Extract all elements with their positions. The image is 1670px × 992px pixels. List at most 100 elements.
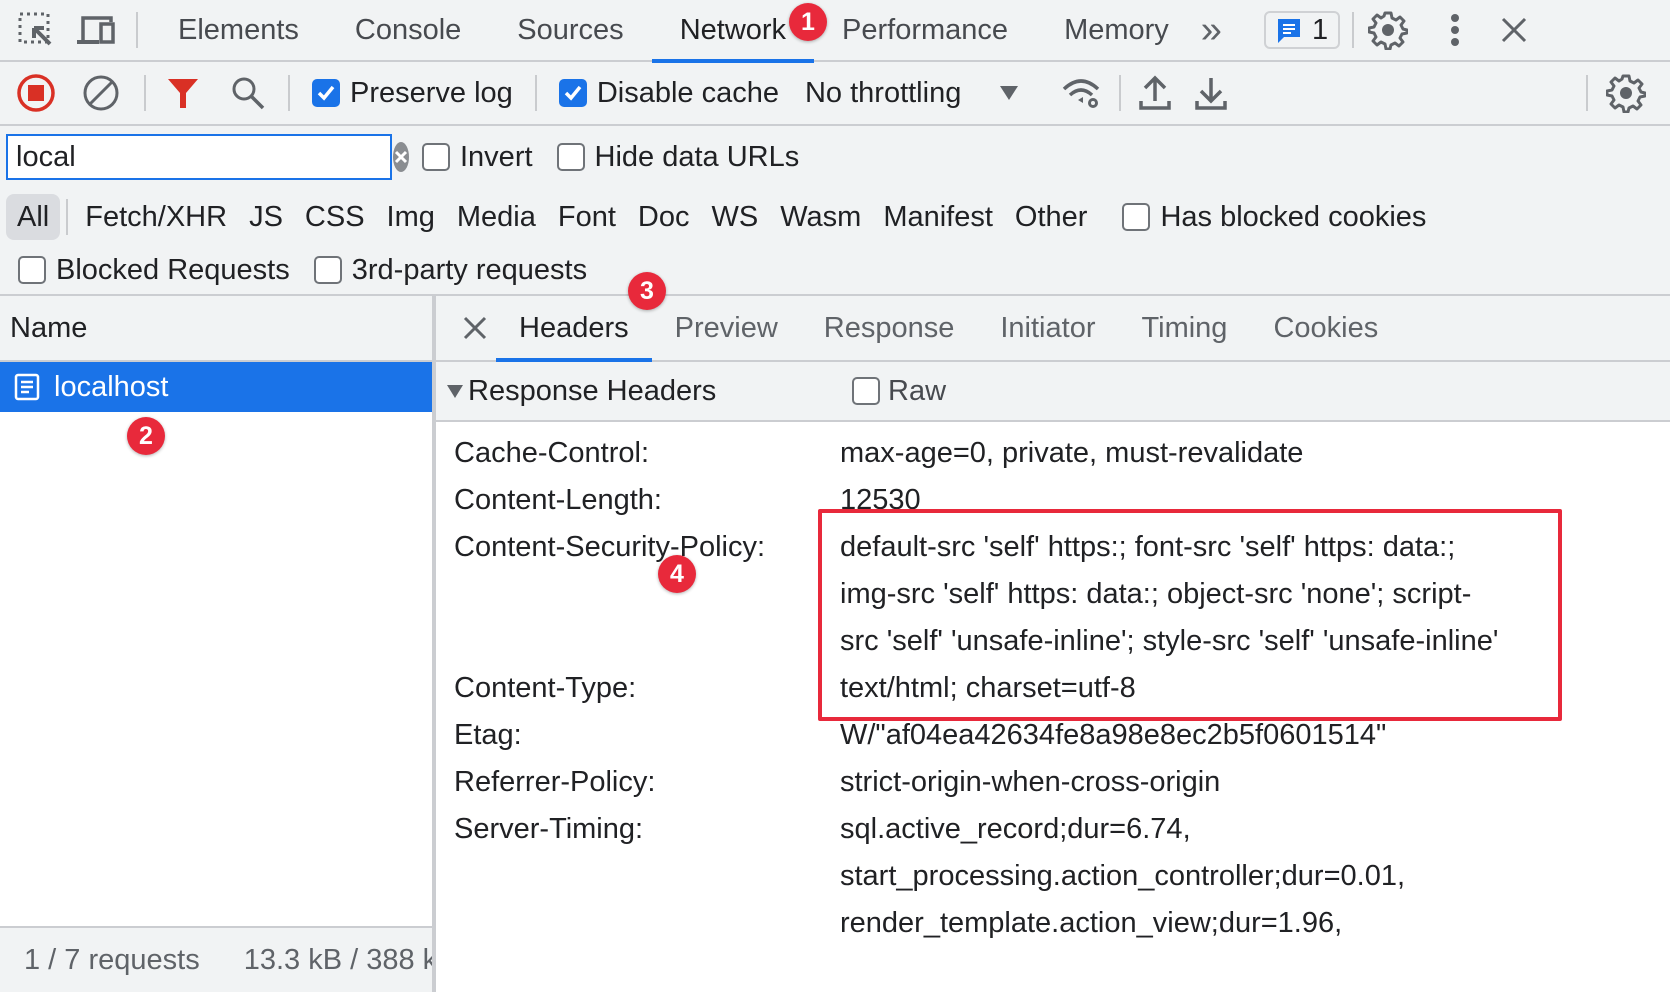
close-details-icon[interactable] xyxy=(462,315,488,341)
details-tab-cookies[interactable]: Cookies xyxy=(1250,296,1401,360)
more-options-icon[interactable] xyxy=(1450,13,1460,47)
main-tab-bar: Elements Console Sources Network Performance… xyxy=(0,0,1670,63)
section-title: Response Headers xyxy=(468,374,717,407)
throttling-select[interactable]: No throttling xyxy=(805,77,1019,110)
header-name: Referrer-Policy: xyxy=(454,766,656,798)
toolbar-divider xyxy=(144,75,146,111)
panel-tabs: Elements Console Sources Network Performance… xyxy=(150,0,1197,63)
details-tab-response[interactable]: Response xyxy=(801,296,978,360)
tab-elements[interactable]: Elements xyxy=(150,0,327,61)
toolbar-divider xyxy=(534,75,537,111)
document-icon xyxy=(14,373,40,401)
dropdown-arrow-icon xyxy=(1000,86,1019,100)
header-value: sql.active_record;dur=6.74, xyxy=(840,813,1191,845)
annotation-marker-3: 3 xyxy=(628,272,666,310)
clear-filter-icon[interactable] xyxy=(393,142,409,172)
tab-memory[interactable]: Memory xyxy=(1036,0,1197,61)
name-column-label: Name xyxy=(10,311,88,344)
preserve-log-label: Preserve log xyxy=(350,76,513,109)
resource-type-filters: All Fetch/XHR JS CSS Img Media Font Doc WS Wasm Ma… xyxy=(0,188,1670,246)
more-tabs-icon[interactable]: » xyxy=(1201,9,1222,52)
filter-input[interactable] xyxy=(16,140,393,174)
blocked-requests-checkbox[interactable] xyxy=(18,256,46,284)
disable-cache-checkbox[interactable] xyxy=(558,79,587,107)
details-tabs: Headers Preview Response Initiator Timing Coo… xyxy=(496,296,1401,362)
filter-funnel-icon[interactable] xyxy=(166,76,200,110)
type-filter-img[interactable]: Img xyxy=(376,194,446,240)
filter-row: Invert Hide data URLs xyxy=(0,126,1670,188)
request-list-panel: Name localhost 1 / 7 requests 13.3 kB / … xyxy=(0,294,432,992)
header-value: 12530 xyxy=(840,484,921,516)
type-filter-divider xyxy=(66,199,69,235)
name-column-header[interactable]: Name xyxy=(0,296,432,362)
header-value: max-age=0, private, must-revalidate xyxy=(840,437,1304,469)
invert-checkbox[interactable] xyxy=(422,143,450,171)
type-filter-manifest[interactable]: Manifest xyxy=(872,194,1004,240)
type-filter-group: All Fetch/XHR JS CSS Img Media Font Doc WS Wasm Ma… xyxy=(6,194,1098,240)
header-row: Content-Security-Policy: default-src 'sel… xyxy=(436,524,1670,571)
type-filter-js[interactable]: JS xyxy=(238,194,294,240)
device-toolbar-icon[interactable] xyxy=(74,10,118,50)
preserve-log-checkbox[interactable] xyxy=(312,79,340,107)
clear-log-icon[interactable] xyxy=(82,74,120,112)
third-party-requests-checkbox[interactable] xyxy=(313,256,342,284)
details-tab-timing[interactable]: Timing xyxy=(1118,296,1250,360)
header-value: render_template.action_view;dur=1.96, xyxy=(840,907,1343,939)
type-filter-doc[interactable]: Doc xyxy=(627,194,701,240)
header-row-continuation: render_template.action_view;dur=1.96, xyxy=(436,900,1670,947)
stop-recording-icon[interactable] xyxy=(16,73,56,113)
type-filter-fetch-xhr[interactable]: Fetch/XHR xyxy=(74,194,238,240)
tab-performance[interactable]: Performance xyxy=(814,0,1036,61)
header-row-continuation: start_processing.action_controller;dur=0… xyxy=(436,853,1670,900)
header-name: Content-Security-Policy: xyxy=(454,531,766,563)
settings-gear-icon[interactable] xyxy=(1368,10,1409,50)
toolbar-divider xyxy=(1352,12,1355,48)
filter-input-box[interactable] xyxy=(6,134,409,180)
type-filter-wasm[interactable]: Wasm xyxy=(769,194,872,240)
transfer-size: 13.3 kB / 388 kB xyxy=(243,943,432,976)
network-settings-gear-icon[interactable] xyxy=(1606,73,1646,113)
header-name xyxy=(436,618,840,665)
header-name: Server-Timing: xyxy=(454,813,644,845)
header-value: start_processing.action_controller;dur=0… xyxy=(840,860,1406,892)
request-row[interactable]: localhost xyxy=(0,362,432,412)
type-filter-font[interactable]: Font xyxy=(547,194,627,240)
type-filter-all[interactable]: All xyxy=(6,194,61,240)
disable-cache-label: Disable cache xyxy=(596,76,779,109)
details-tab-initiator[interactable]: Initiator xyxy=(977,296,1118,360)
header-value: img-src 'self' https: data:; object-src … xyxy=(840,578,1472,610)
details-tab-preview[interactable]: Preview xyxy=(652,296,801,360)
tab-console[interactable]: Console xyxy=(327,0,489,61)
type-filter-media[interactable]: Media xyxy=(446,194,547,240)
tab-network[interactable]: Network xyxy=(651,0,815,63)
invert-label: Invert xyxy=(460,140,533,173)
type-filter-other[interactable]: Other xyxy=(1004,194,1099,240)
has-blocked-cookies-label: Has blocked cookies xyxy=(1160,200,1427,233)
close-devtools-icon[interactable] xyxy=(1500,16,1528,44)
details-tab-bar: Headers Preview Response Initiator Timing Coo… xyxy=(436,296,1670,362)
header-value: text/html; charset=utf-8 xyxy=(840,672,1136,704)
search-icon[interactable] xyxy=(230,75,266,111)
details-tab-headers[interactable]: Headers xyxy=(496,296,652,362)
annotation-marker-4: 4 xyxy=(658,555,696,593)
issues-button[interactable]: 1 xyxy=(1263,11,1341,49)
import-har-icon[interactable] xyxy=(1139,75,1172,111)
header-name: Content-Type: xyxy=(454,672,637,704)
header-row-continuation: img-src 'self' https: data:; object-src … xyxy=(436,571,1670,618)
type-filter-css[interactable]: CSS xyxy=(294,194,376,240)
response-headers-section-header[interactable]: Response Headers Raw xyxy=(436,362,1670,422)
header-value: default-src 'self' https:; font-src 'sel… xyxy=(840,531,1456,563)
export-har-icon[interactable] xyxy=(1195,75,1228,111)
header-value: W/"af04ea42634fe8a98e8ec2b5f0601514" xyxy=(840,719,1387,751)
type-filter-ws[interactable]: WS xyxy=(701,194,770,240)
header-name xyxy=(436,900,840,947)
network-conditions-icon[interactable] xyxy=(1061,75,1103,111)
header-row: Referrer-Policy: strict-origin-when-cross… xyxy=(436,759,1670,806)
has-blocked-cookies-checkbox[interactable] xyxy=(1122,203,1151,231)
raw-checkbox[interactable] xyxy=(852,377,880,405)
hide-data-urls-checkbox[interactable] xyxy=(556,143,585,171)
header-row: Cache-Control: max-age=0, private, must-r… xyxy=(436,430,1670,477)
inspect-element-icon[interactable] xyxy=(16,10,56,50)
tab-sources[interactable]: Sources xyxy=(489,0,651,61)
annotation-marker-2: 2 xyxy=(127,417,165,455)
